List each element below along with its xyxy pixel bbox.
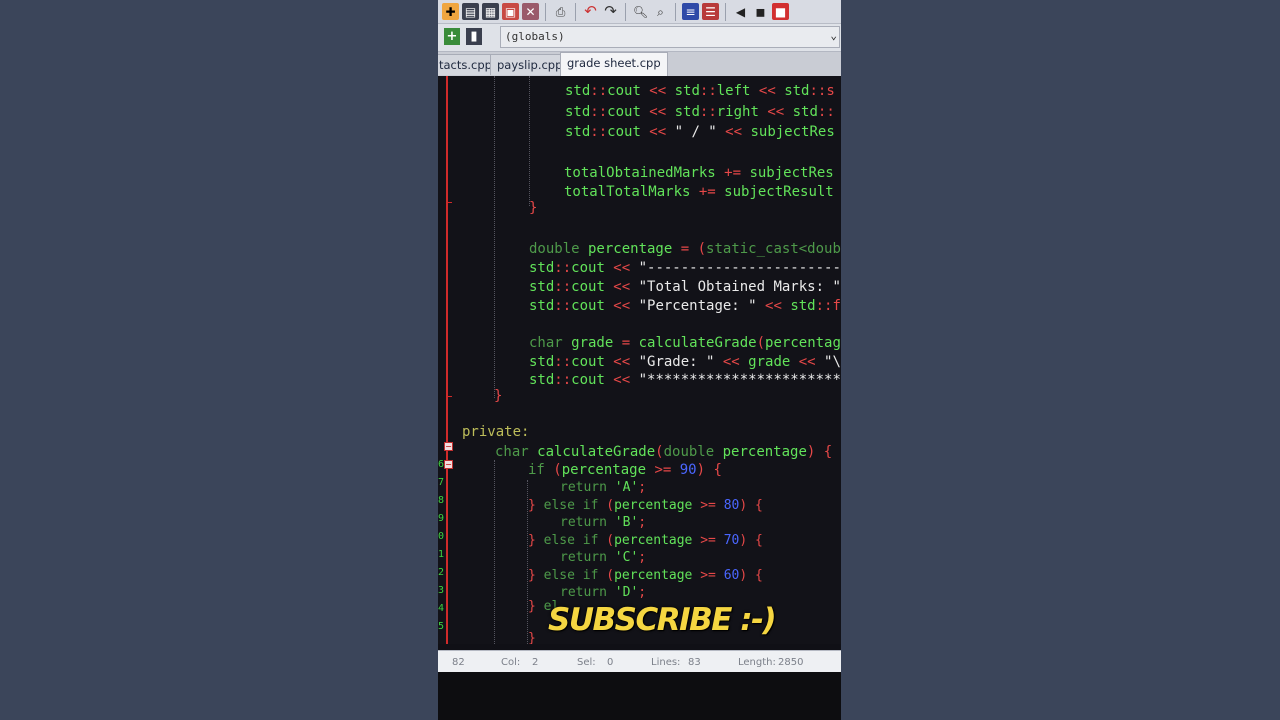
save-icon[interactable]: ▦: [482, 3, 499, 20]
status-lines-value: 83: [688, 657, 701, 668]
scope-value: (globals): [505, 30, 565, 43]
subscribe-overlay: SUBSCRIBE :-): [548, 602, 777, 638]
fold-tick: [446, 202, 452, 203]
status-col-value: 2: [532, 657, 539, 668]
toolbar-separator: [625, 2, 626, 21]
code-line: double percentage = (static_cast<doub: [529, 241, 841, 257]
toolbar-separator: [725, 2, 726, 21]
line-number: 1: [438, 549, 445, 560]
line-number: 8: [438, 495, 445, 506]
status-length-value: 2850: [778, 657, 804, 668]
toolbar-separator: [575, 2, 576, 21]
code-line: std::cout << "Total Obtained Marks: ": [529, 279, 841, 295]
save-all-icon[interactable]: ▣: [502, 3, 519, 20]
unindent-icon[interactable]: ☰: [702, 3, 719, 20]
scope-bar: + ▮ (globals) ⌄: [438, 24, 841, 52]
code-line: return 'C';: [560, 550, 647, 565]
code-line: char calculateGrade(double percentage) {: [495, 444, 833, 460]
line-number: 9: [438, 513, 445, 524]
indent-guide: [494, 460, 495, 644]
line-number: 2: [438, 567, 445, 578]
code-line: std::cout << "Percentage: " << std::f: [529, 298, 841, 314]
line-number: 4: [438, 603, 445, 614]
redo-icon[interactable]: ↷: [602, 3, 619, 20]
fold-collapse-icon[interactable]: −: [444, 460, 453, 469]
tab-label: tacts.cpp: [439, 58, 492, 72]
tab-label: grade sheet.cpp: [567, 56, 661, 70]
line-number: 0: [438, 531, 445, 542]
close-icon[interactable]: ✕: [522, 3, 539, 20]
code-line: } else if (percentage >= 70) {: [528, 533, 763, 548]
status-sel-value: 0: [607, 657, 614, 668]
code-line: char grade = calculateGrade(percentage: [529, 335, 841, 351]
code-line: }: [529, 200, 538, 216]
print-icon[interactable]: ⎙: [552, 3, 569, 20]
add-icon[interactable]: +: [444, 28, 460, 45]
code-line: return 'D';: [560, 585, 647, 600]
code-line: std::cout << "Grade: " << grade << "\(: [529, 354, 841, 370]
code-line: } else if (percentage >= 60) {: [528, 568, 763, 583]
code-line: return 'B';: [560, 515, 647, 530]
status-line-value: 82: [452, 657, 465, 668]
indent-guide: [529, 76, 530, 206]
code-line: if (percentage >= 90) {: [528, 462, 722, 478]
code-line: std::cout << std::right << std::: [565, 104, 835, 120]
status-sel-label: Sel:: [577, 657, 596, 668]
status-col-label: Col:: [501, 657, 521, 668]
status-bar: 82 Col: 2 Sel: 0 Lines: 83 Length: 2850: [438, 650, 841, 673]
code-line: totalTotalMarks += subjectResult: [564, 184, 834, 200]
code-line: }: [528, 631, 536, 644]
right-backdrop: [841, 0, 1280, 720]
left-backdrop: [0, 0, 438, 720]
line-number: 3: [438, 585, 445, 596]
code-line: std::cout << std::left << std::s: [565, 83, 835, 99]
monitor-bezel: [438, 672, 841, 720]
tab-payslip-cpp[interactable]: payslip.cpp: [490, 54, 570, 75]
stop-icon[interactable]: ■: [772, 3, 789, 20]
tab-grade-sheet-cpp[interactable]: grade sheet.cpp: [560, 52, 668, 76]
replace-icon[interactable]: ⌕: [652, 3, 669, 20]
line-number: 7: [438, 477, 445, 488]
chevron-down-icon[interactable]: ⌄: [830, 29, 837, 42]
scope-dropdown[interactable]: (globals) ⌄: [500, 26, 840, 48]
code-line: totalObtainedMarks += subjectRes: [564, 165, 834, 181]
code-line: private:: [462, 424, 530, 440]
fold-tick: [446, 396, 452, 397]
line-number: 6: [438, 459, 445, 470]
code-line: std::cout << "-----------------------: [529, 260, 841, 276]
indent-guide: [494, 76, 495, 398]
open-icon[interactable]: ▤: [462, 3, 479, 20]
bookmark-icon[interactable]: ◀: [732, 3, 749, 20]
code-editor[interactable]: − − 6 7 8 9 0 1 2 3 4 5 std::cout << std…: [438, 76, 841, 644]
ide-window: ✚ ▤ ▦ ▣ ✕ ⎙ ↶ ↷ 🔍︎ ⌕ ≡ ☰ ◀ ◼ ■ + ▮ (glob…: [438, 0, 841, 720]
status-lines-label: Lines:: [651, 657, 681, 668]
tab-label: payslip.cpp: [497, 58, 563, 72]
fold-collapse-icon[interactable]: −: [444, 442, 453, 451]
new-file-icon[interactable]: ✚: [442, 3, 459, 20]
line-number: 5: [438, 621, 445, 632]
indent-icon[interactable]: ≡: [682, 3, 699, 20]
fold-margin: [446, 76, 448, 644]
main-toolbar: ✚ ▤ ▦ ▣ ✕ ⎙ ↶ ↷ 🔍︎ ⌕ ≡ ☰ ◀ ◼ ■: [438, 0, 841, 24]
status-length-label: Length:: [738, 657, 776, 668]
code-line: return 'A';: [560, 480, 647, 495]
toolbar-separator: [545, 2, 546, 21]
undo-icon[interactable]: ↶: [582, 3, 599, 20]
class-browser-icon[interactable]: ▮: [466, 28, 482, 45]
file-tabs: tacts.cpp payslip.cpp grade sheet.cpp: [438, 52, 841, 77]
goto-icon[interactable]: ◼: [752, 3, 769, 20]
find-icon[interactable]: 🔍︎: [632, 3, 649, 20]
code-line: } else if (percentage >= 80) {: [528, 498, 763, 513]
code-line: std::cout << "***********************: [529, 372, 841, 388]
code-line: std::cout << " / " << subjectRes: [565, 124, 835, 140]
code-line: }: [494, 388, 503, 404]
toolbar-separator: [675, 2, 676, 21]
